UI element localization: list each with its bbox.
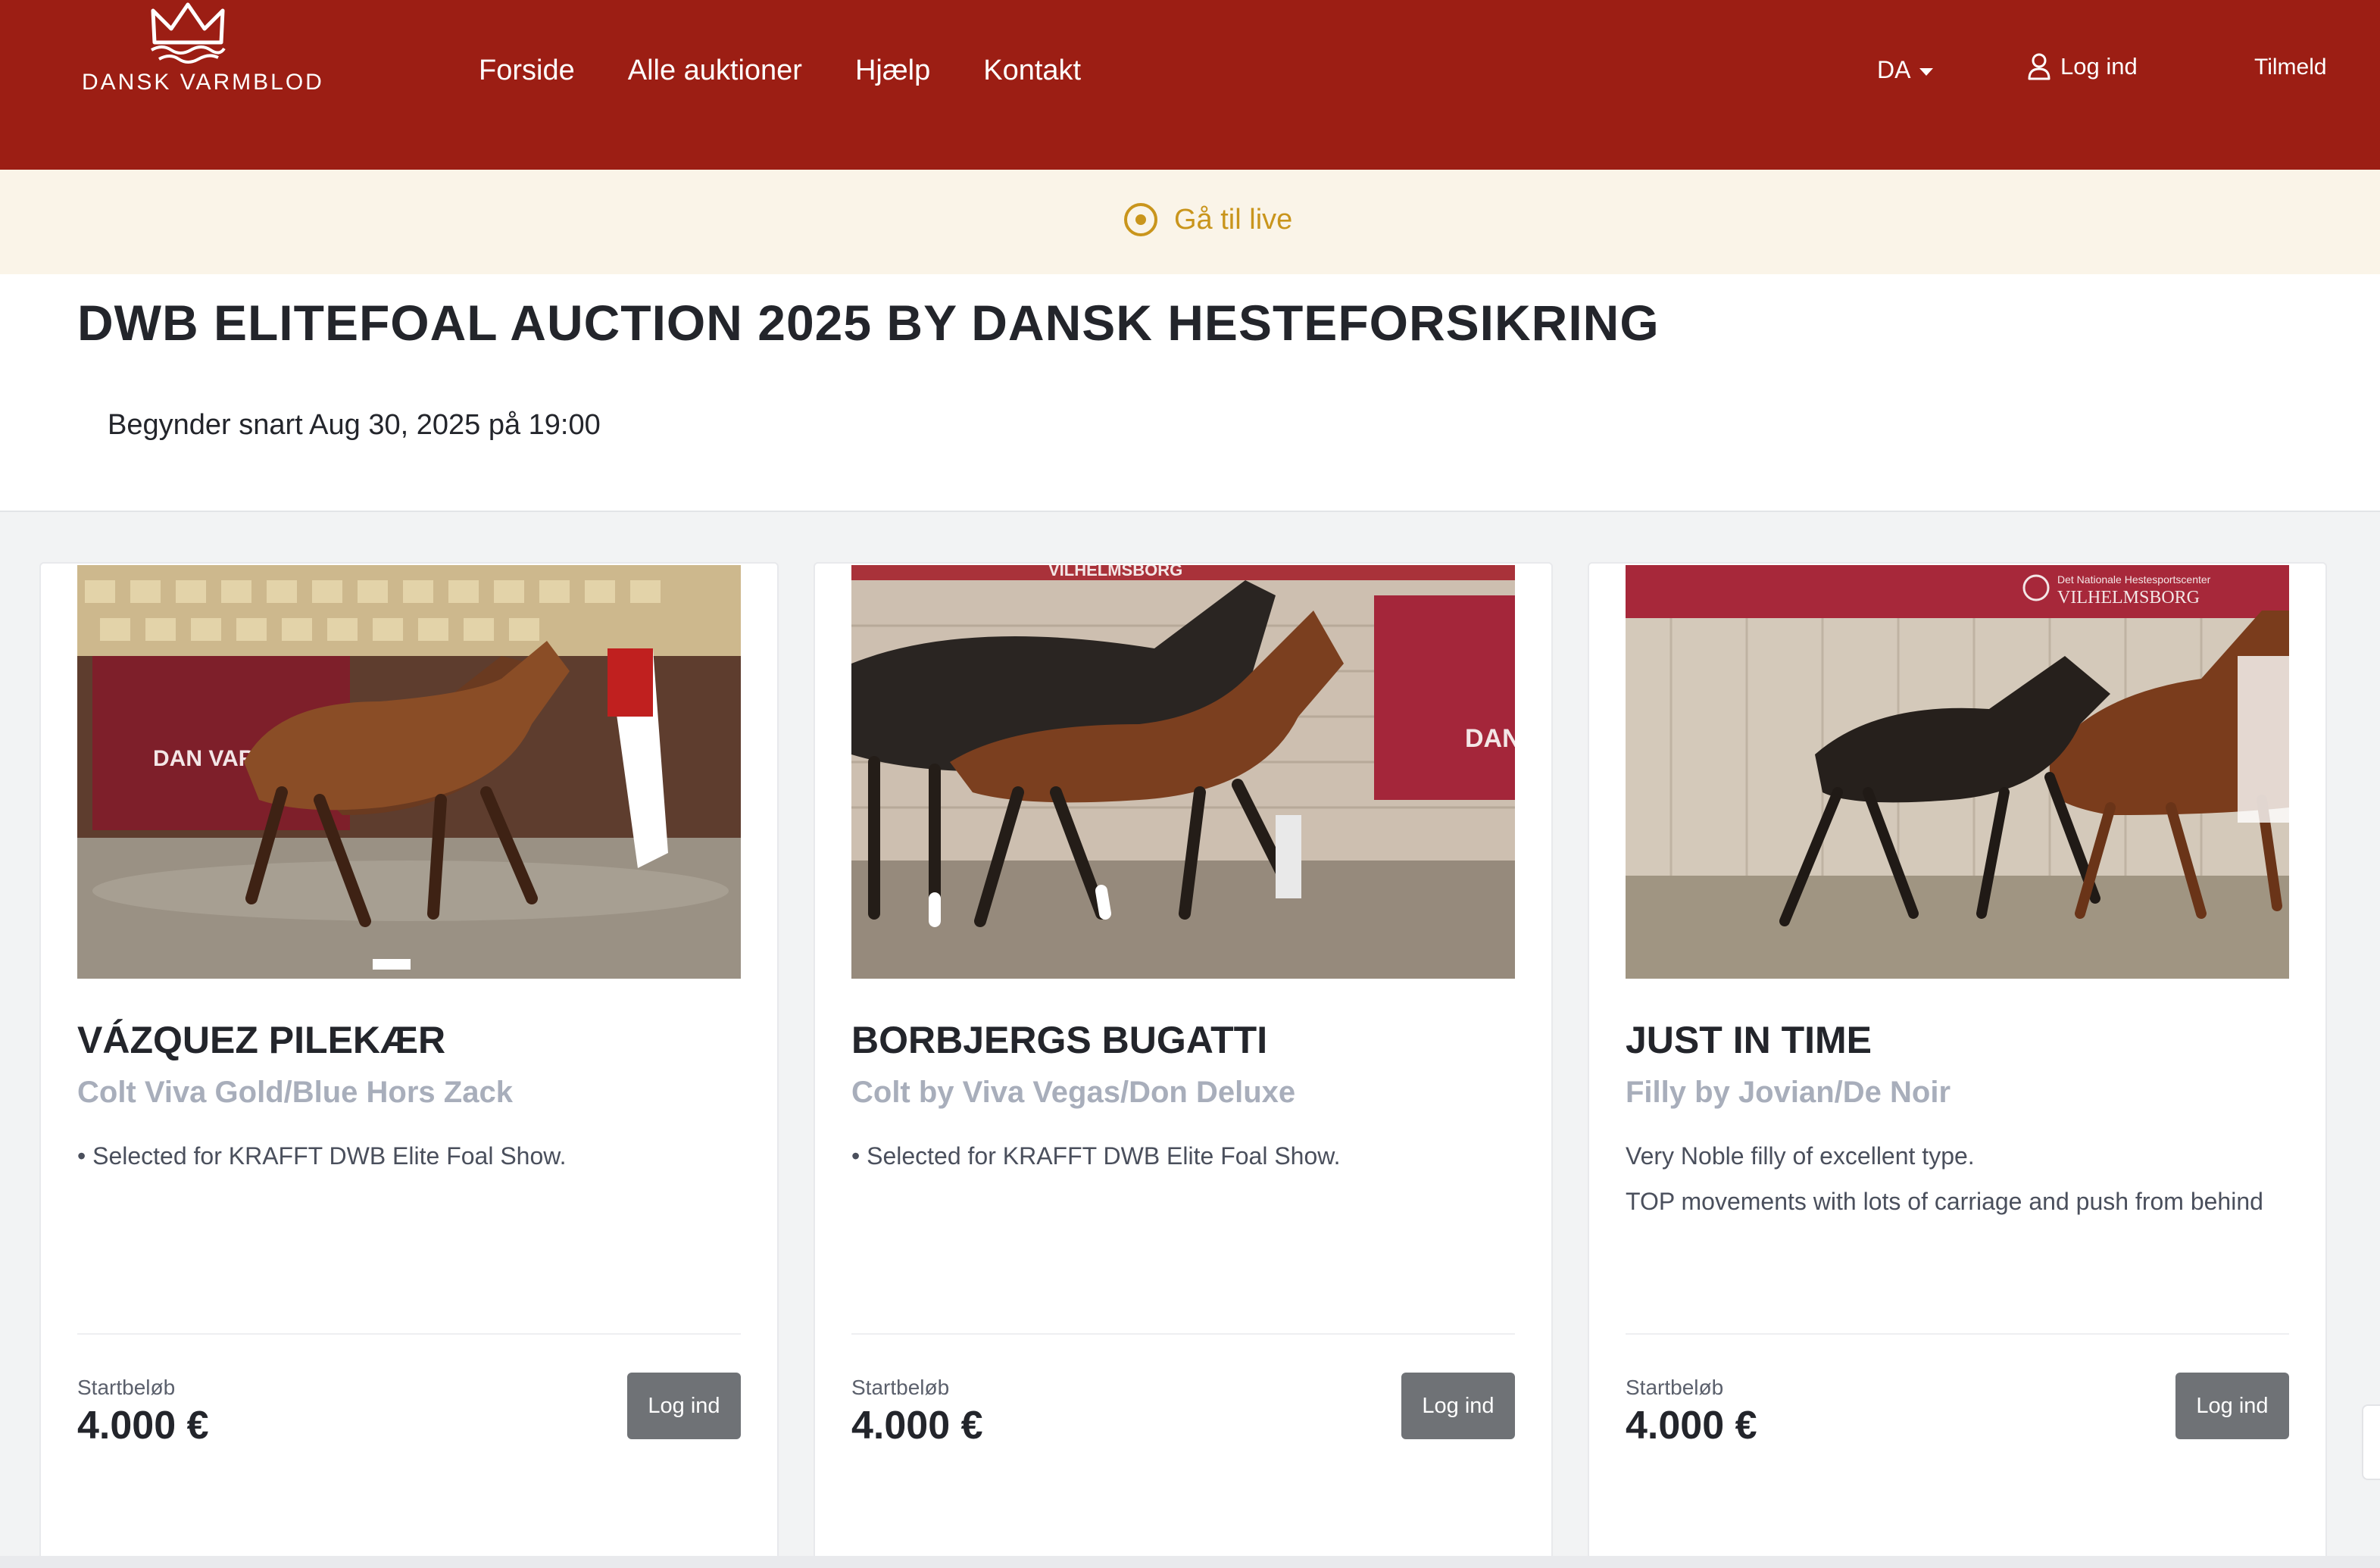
banner-text: VILHELMSBORG: [1048, 565, 1182, 579]
login-to-bid-button[interactable]: Log ind: [2175, 1373, 2289, 1439]
lot-pedigree: Colt by Viva Vegas/Don Deluxe: [851, 1076, 1296, 1109]
login-link[interactable]: Log ind: [2027, 53, 2138, 80]
banner-text: DAN: [1465, 724, 1515, 753]
user-icon: [2028, 53, 2050, 80]
live-record-icon: [1124, 203, 1157, 236]
login-to-bid-button[interactable]: Log ind: [1401, 1373, 1515, 1439]
page-bottom-edge: [0, 1556, 2380, 1568]
nav-kontakt[interactable]: Kontakt: [983, 55, 1081, 91]
main-nav: Forside Alle auktioner Hjælp Kontakt: [479, 55, 1081, 91]
start-price: 4.000 €: [1626, 1404, 1757, 1448]
lot-description-line: • Selected for KRAFFT DWB Elite Foal Sho…: [851, 1142, 1341, 1170]
go-to-live-link[interactable]: Gå til live: [1123, 201, 1292, 238]
login-to-bid-button[interactable]: Log ind: [627, 1373, 741, 1439]
crown-icon: [151, 2, 226, 64]
go-to-live-label: Gå til live: [1174, 203, 1293, 236]
banner-text: Det Nationale Hestesportscenter: [2057, 573, 2211, 586]
lot-name[interactable]: BORBJERGS BUGATTI: [851, 1018, 1267, 1062]
language-label: DA: [1877, 56, 1911, 83]
signup-link[interactable]: Tilmeld: [2254, 55, 2327, 80]
start-price-label: Startbeløb: [851, 1376, 950, 1399]
card-divider: [1626, 1333, 2289, 1335]
lot-description: Very Noble filly of excellent type. TOP …: [1626, 1133, 2300, 1224]
card-divider: [851, 1333, 1515, 1335]
lot-card[interactable]: VILHELMSBORG DAN BORBJERGS BUGATTI Colt …: [814, 562, 1553, 1568]
lot-pedigree: Colt Viva Gold/Blue Hors Zack: [77, 1076, 513, 1109]
banner-text: DAN VAR: [153, 746, 255, 771]
lot-description-line: • Selected for KRAFFT DWB Elite Foal Sho…: [77, 1142, 567, 1170]
nav-alle-auktioner[interactable]: Alle auktioner: [628, 55, 802, 91]
start-price: 4.000 €: [851, 1404, 983, 1448]
banner-text: VILHELMSBORG: [2057, 588, 2200, 608]
side-widget-tab[interactable]: [2362, 1404, 2380, 1480]
card-divider: [77, 1333, 741, 1335]
nav-forside[interactable]: Forside: [479, 55, 575, 91]
lot-description-line: TOP movements with lots of carriage and …: [1626, 1188, 2263, 1215]
start-price-label: Startbeløb: [77, 1376, 176, 1399]
lot-photo[interactable]: DAN VAR: [77, 565, 741, 979]
lot-photo[interactable]: VILHELMSBORG DAN: [851, 565, 1515, 979]
lot-description-line: Very Noble filly of excellent type.: [1626, 1142, 1975, 1170]
language-selector[interactable]: DA: [1877, 56, 1934, 84]
dansk-varmblod-logo[interactable]: DANSK VARMBLOD: [76, 0, 322, 106]
start-price-label: Startbeløb: [1626, 1376, 1724, 1399]
lot-description: • Selected for KRAFFT DWB Elite Foal Sho…: [77, 1133, 751, 1179]
lot-pedigree: Filly by Jovian/De Noir: [1626, 1076, 1951, 1109]
lot-name[interactable]: JUST IN TIME: [1626, 1018, 1872, 1062]
start-price: 4.000 €: [77, 1404, 209, 1448]
lot-photo[interactable]: Det Nationale Hestesportscenter VILHELMS…: [1626, 565, 2289, 979]
live-banner: Gå til live: [0, 170, 2380, 274]
lot-description: • Selected for KRAFFT DWB Elite Foal Sho…: [851, 1133, 1526, 1179]
auction-start-info: Begynder snart Aug 30, 2025 på 19:00: [108, 409, 601, 441]
nav-hjaelp[interactable]: Hjælp: [855, 55, 930, 91]
page-title: DWB ELITEFOAL AUCTION 2025 BY DANSK HEST…: [77, 295, 1660, 351]
caret-down-icon: [1919, 67, 1934, 76]
site-header: DANSK VARMBLOD Forside Alle auktioner Hj…: [0, 0, 2380, 170]
lot-card[interactable]: DAN VAR VÁZQUEZ PILEKÆR Colt Viva Gold/B…: [39, 562, 779, 1568]
lot-name[interactable]: VÁZQUEZ PILEKÆR: [77, 1018, 445, 1062]
login-label: Log ind: [2060, 53, 2138, 80]
logo-text: DANSK VARMBLOD: [82, 70, 324, 95]
auction-header: DWB ELITEFOAL AUCTION 2025 BY DANSK HEST…: [0, 274, 2380, 512]
lot-card[interactable]: Det Nationale Hestesportscenter VILHELMS…: [1588, 562, 2327, 1568]
